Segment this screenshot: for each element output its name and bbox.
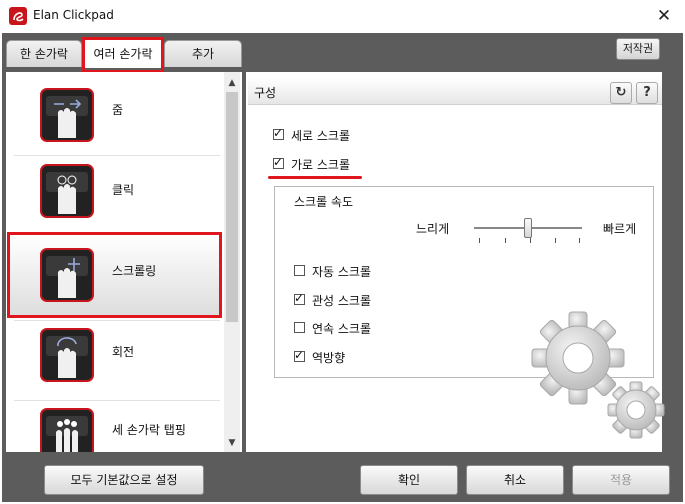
click-gesture-icon bbox=[40, 164, 94, 218]
reset-defaults-button[interactable]: 모두 기본값으로 설정 bbox=[44, 465, 204, 495]
config-header bbox=[248, 78, 662, 105]
window-title: Elan Clickpad bbox=[33, 8, 114, 22]
scroll-down-arrow-icon[interactable]: ▼ bbox=[224, 434, 240, 452]
config-title: 구성 bbox=[254, 86, 277, 100]
auto-scroll-checkbox[interactable] bbox=[294, 265, 305, 276]
vertical-scroll-checkbox[interactable]: ✓ bbox=[273, 126, 284, 140]
reverse-direction-label: 역방향 bbox=[312, 351, 346, 365]
gesture-item-rotate[interactable]: 회전 bbox=[8, 320, 222, 402]
slow-label: 느리게 bbox=[416, 222, 450, 236]
slider-tick bbox=[579, 238, 580, 243]
horizontal-scroll-underline bbox=[268, 176, 362, 179]
tab-extra[interactable]: 추가 bbox=[164, 40, 242, 67]
gesture-label-zoom: 줌 bbox=[112, 103, 124, 117]
apply-button[interactable]: 적용 bbox=[572, 465, 670, 495]
slider-tick bbox=[505, 238, 506, 243]
copyright-button[interactable]: 저작권 bbox=[616, 38, 660, 60]
slider-tick bbox=[479, 238, 480, 243]
tab-multi-finger[interactable]: 여러 손가락 bbox=[82, 38, 164, 68]
gesture-item-click[interactable]: 클릭 bbox=[8, 156, 222, 238]
ok-button[interactable]: 확인 bbox=[360, 465, 458, 495]
gesture-item-scrolling[interactable]: 스크롤링 bbox=[8, 236, 222, 318]
checkmark-icon: ✓ bbox=[273, 155, 284, 169]
help-icon[interactable]: ? bbox=[636, 82, 658, 104]
horizontal-scroll-label: 가로 스크롤 bbox=[291, 158, 351, 172]
scroll-speed-label: 스크롤 속도 bbox=[294, 195, 354, 209]
fast-label: 빠르게 bbox=[603, 222, 637, 236]
vertical-scroll-label: 세로 스크롤 bbox=[291, 129, 351, 143]
slider-tick bbox=[530, 238, 531, 243]
checkmark-icon: ✓ bbox=[294, 348, 305, 362]
cancel-button[interactable]: 취소 bbox=[466, 465, 564, 495]
continuous-scroll-checkbox[interactable] bbox=[294, 322, 305, 333]
gesture-item-three-finger-tap[interactable]: 세 손가락 탭핑 bbox=[8, 400, 222, 452]
scrolling-gesture-icon bbox=[40, 248, 94, 302]
auto-scroll-label: 자동 스크롤 bbox=[312, 265, 372, 279]
rotate-gesture-icon bbox=[40, 328, 94, 382]
scroll-speed-slider-thumb[interactable] bbox=[524, 218, 532, 238]
checkmark-icon: ✓ bbox=[273, 126, 284, 140]
inertial-scroll-checkbox[interactable]: ✓ bbox=[294, 291, 305, 305]
zoom-gesture-icon bbox=[40, 88, 94, 142]
three-finger-tap-icon bbox=[40, 408, 94, 452]
scroll-up-arrow-icon[interactable]: ▲ bbox=[224, 74, 240, 92]
gears-icon bbox=[530, 310, 670, 440]
elan-app-icon bbox=[9, 7, 27, 25]
gesture-label-rotate: 회전 bbox=[112, 345, 135, 359]
reverse-direction-checkbox[interactable]: ✓ bbox=[294, 348, 305, 362]
inertial-scroll-label: 관성 스크롤 bbox=[312, 294, 372, 308]
gesture-label-three-finger-tap: 세 손가락 탭핑 bbox=[112, 423, 186, 437]
slider-tick bbox=[555, 238, 556, 243]
checkmark-icon: ✓ bbox=[294, 291, 305, 305]
refresh-icon[interactable]: ↻ bbox=[610, 82, 632, 104]
horizontal-scroll-checkbox[interactable]: ✓ bbox=[273, 155, 284, 169]
gesture-item-zoom[interactable]: 줌 bbox=[8, 74, 222, 156]
scrollbar-thumb[interactable] bbox=[226, 92, 238, 322]
continuous-scroll-label: 연속 스크롤 bbox=[312, 322, 372, 336]
gesture-label-click: 클릭 bbox=[112, 183, 135, 197]
tab-one-finger[interactable]: 한 손가락 bbox=[6, 40, 82, 67]
close-button[interactable]: ✕ bbox=[650, 4, 678, 28]
gesture-label-scrolling: 스크롤링 bbox=[112, 264, 157, 278]
